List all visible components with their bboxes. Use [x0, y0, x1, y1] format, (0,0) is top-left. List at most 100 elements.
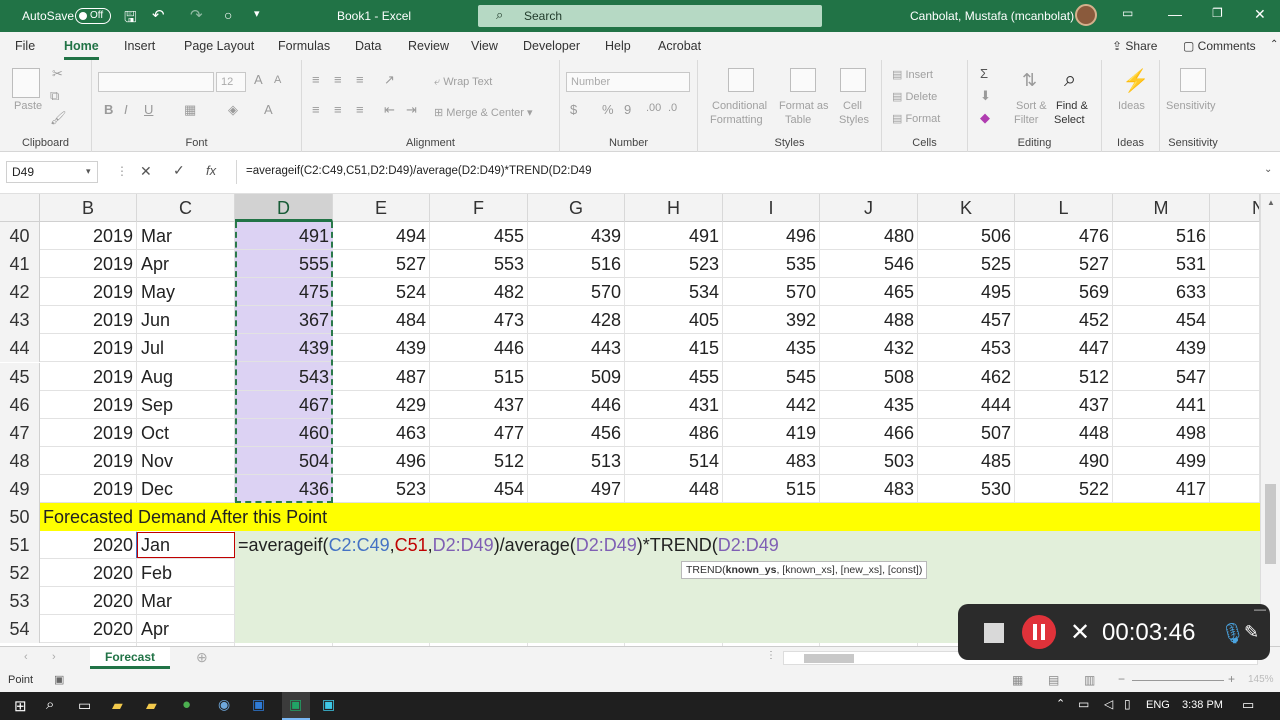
cell-styles-icon[interactable] [840, 68, 866, 92]
fill-color-icon[interactable]: ◈ [228, 102, 238, 118]
cell-value[interactable]: 484 [333, 306, 430, 334]
ribbon-collapse-icon[interactable]: ⌃ [1270, 39, 1278, 50]
cell-value[interactable]: 530 [918, 475, 1015, 503]
accessibility-icon[interactable]: ▣ [54, 673, 64, 686]
cell-value[interactable]: 477 [430, 419, 528, 447]
sort-filter-label[interactable]: Sort & [1016, 100, 1047, 112]
cell-value[interactable]: 482 [430, 278, 528, 306]
cell-value[interactable]: 515 [430, 363, 528, 391]
vertical-scrollbar[interactable]: ▲ [1260, 194, 1280, 646]
cell-value[interactable]: 527 [333, 250, 430, 278]
sort-filter-icon[interactable]: ⇅ [1022, 70, 1037, 91]
save-icon[interactable]: 🖫 [124, 7, 137, 32]
tab-formulas[interactable]: Formulas [278, 39, 330, 53]
insert-cells-button[interactable]: ▤ Insert [892, 68, 933, 81]
cell-year[interactable]: 2019 [40, 334, 137, 362]
tab-view[interactable]: View [471, 39, 498, 53]
cell-month[interactable]: Jun [137, 306, 235, 334]
format-cells-button[interactable]: ▤ Format [892, 112, 940, 125]
cell-year[interactable]: 2019 [40, 363, 137, 391]
row-header[interactable]: 48 [0, 446, 40, 475]
select-all-corner[interactable] [0, 194, 40, 222]
minimize-icon[interactable]: — [1168, 6, 1182, 22]
file-explorer-icon[interactable]: ▰ [112, 697, 123, 714]
prev-sheet-icon[interactable]: ‹ [24, 651, 28, 663]
cell-value[interactable]: 498 [1113, 419, 1210, 447]
cell-value[interactable]: 483 [723, 447, 820, 475]
row-header[interactable]: 45 [0, 362, 40, 391]
cell-year[interactable]: 2019 [40, 250, 137, 278]
cell-value[interactable]: 432 [820, 334, 918, 362]
sheet-tab-forecast[interactable]: Forecast [90, 647, 170, 669]
cancel-icon[interactable]: ✕ [140, 163, 152, 180]
volume-icon[interactable]: ◁ [1104, 697, 1113, 711]
ideas-icon[interactable]: ⚡ [1122, 68, 1149, 94]
find-select-label-2[interactable]: Select [1054, 114, 1085, 126]
enter-icon[interactable]: ✓ [173, 162, 185, 179]
expand-formula-icon[interactable]: ⌄ [1264, 164, 1272, 175]
sort-filter-label-2[interactable]: Filter [1014, 114, 1038, 126]
customize-qat-icon[interactable]: ▾ [254, 7, 260, 20]
ideas-button[interactable]: Ideas [1118, 100, 1145, 112]
column-header[interactable]: I [723, 194, 820, 222]
cell-value[interactable]: 480 [820, 222, 918, 250]
cell-value[interactable]: 506 [918, 222, 1015, 250]
taskbar-search-icon[interactable]: ⌕ [46, 696, 54, 713]
cell-value[interactable]: 496 [333, 447, 430, 475]
pen-icon[interactable]: ✎ [1244, 622, 1259, 643]
normal-view-icon[interactable]: ▦ [1012, 673, 1023, 687]
cell-month[interactable]: Apr [137, 615, 235, 643]
cell-value[interactable]: 516 [1113, 222, 1210, 250]
network-icon[interactable]: ▭ [1078, 697, 1089, 711]
user-name[interactable]: Canbolat, Mustafa (mcanbolat) [910, 9, 1074, 23]
font-size-combo[interactable]: 12 [216, 72, 246, 92]
function-tooltip[interactable]: TREND(known_ys, [known_xs], [new_xs], [c… [681, 561, 928, 579]
name-box[interactable]: D49 [6, 161, 98, 183]
tab-insert[interactable]: Insert [124, 39, 155, 53]
column-header[interactable]: J [820, 194, 918, 222]
fill-icon[interactable]: ⬇ [980, 88, 991, 104]
cell-value[interactable]: 487 [333, 363, 430, 391]
cell-value[interactable]: 546 [820, 250, 918, 278]
cell-value[interactable]: 428 [528, 306, 625, 334]
cell-year[interactable]: 2019 [40, 391, 137, 419]
clear-icon[interactable]: ◆ [980, 110, 990, 126]
increase-indent-icon[interactable]: ⇥ [406, 102, 417, 118]
merge-center-button[interactable]: ⊞ Merge & Center ▾ [434, 106, 533, 119]
avatar[interactable] [1075, 4, 1097, 26]
name-box-dropdown-icon[interactable]: ▾ [86, 166, 91, 177]
cell-value[interactable]: 527 [1015, 250, 1113, 278]
tab-review[interactable]: Review [408, 39, 449, 53]
font-color-icon[interactable]: A [264, 102, 273, 117]
task-view-icon[interactable]: ▭ [78, 697, 91, 714]
increase-decimal-icon[interactable]: .00 [646, 102, 661, 114]
top-align-icon[interactable]: ≡ [312, 72, 320, 87]
minimize-recorder-icon[interactable]: — [1254, 602, 1266, 616]
column-header[interactable]: H [625, 194, 723, 222]
column-header[interactable]: G [528, 194, 625, 222]
cell-value[interactable]: 437 [430, 391, 528, 419]
row-header[interactable]: 53 [0, 587, 40, 616]
banner-text[interactable]: Forecasted Demand After this Point [40, 503, 1260, 531]
cell-value[interactable]: 466 [820, 419, 918, 447]
cell-value[interactable]: 535 [723, 250, 820, 278]
r-app-icon[interactable]: ◉ [218, 696, 230, 713]
cell-value[interactable]: 455 [430, 222, 528, 250]
cell-styles-label-2[interactable]: Styles [839, 114, 869, 126]
microphone-icon[interactable]: 🎙 [1220, 621, 1245, 646]
recorder-app-icon[interactable]: ▣ [322, 696, 335, 713]
bottom-align-icon[interactable]: ≡ [356, 72, 364, 87]
add-sheet-icon[interactable]: ⊕ [196, 649, 208, 666]
conditional-formatting-icon[interactable] [728, 68, 754, 92]
cell-value[interactable]: 448 [1015, 419, 1113, 447]
cell-year[interactable]: 2019 [40, 419, 137, 447]
cell-value[interactable]: 439 [333, 334, 430, 362]
page-layout-view-icon[interactable]: ▤ [1048, 673, 1059, 687]
cell-value[interactable]: 454 [430, 475, 528, 503]
delete-cells-button[interactable]: ▤ Delete [892, 90, 937, 103]
format-painter-icon[interactable]: 🖌 [50, 110, 67, 126]
row-header[interactable]: 54 [0, 615, 40, 644]
row-header[interactable]: 46 [0, 390, 40, 419]
cell-year[interactable]: 2019 [40, 278, 137, 306]
cell-value[interactable]: 465 [820, 278, 918, 306]
